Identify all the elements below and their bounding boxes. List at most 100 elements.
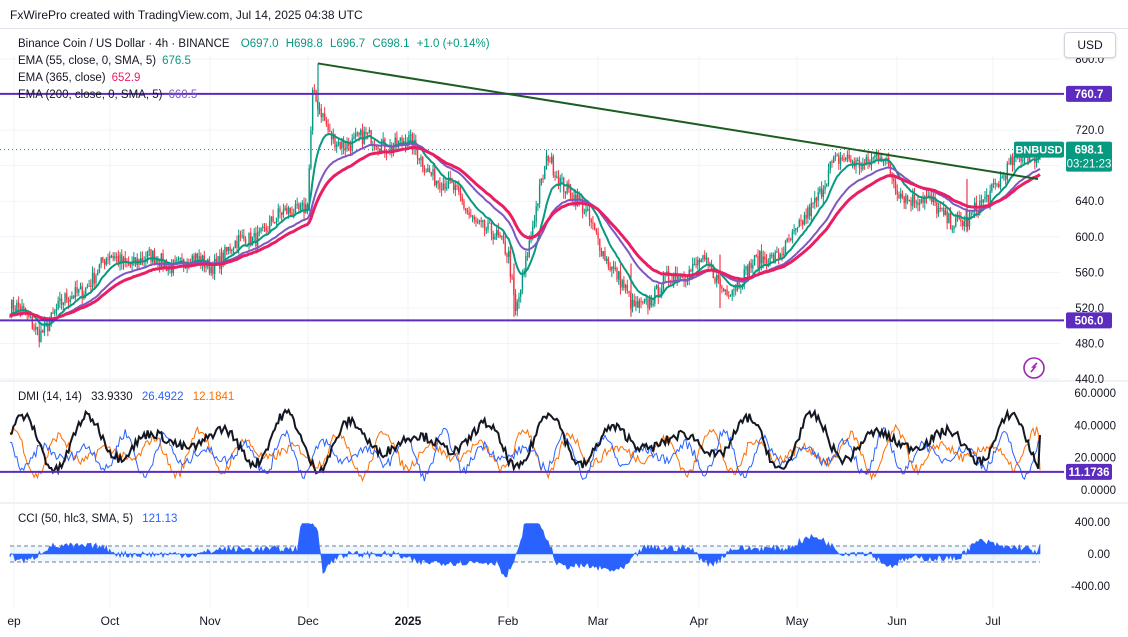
ema365-legend[interactable]: EMA (365, close) 652.9	[18, 70, 490, 87]
candle-body	[270, 216, 273, 222]
candle-body	[561, 177, 563, 179]
candle-body	[31, 316, 34, 329]
candle-body	[626, 285, 629, 291]
candle-body	[920, 199, 923, 204]
symbol-title[interactable]: Binance Coin / US Dollar · 4h · BINANCE	[18, 38, 230, 50]
candle-body	[648, 298, 651, 309]
candle-body	[115, 256, 118, 258]
candle-body	[198, 256, 200, 259]
time-axis[interactable]: ep Oct Nov Dec 2025 Feb Mar Apr May Jun …	[0, 608, 1128, 637]
candle-body	[461, 196, 463, 202]
candle-body	[287, 207, 290, 214]
candle-body	[948, 213, 950, 224]
candle-body	[502, 236, 505, 242]
candle-body	[64, 293, 66, 304]
candle-body	[822, 189, 825, 197]
candle-body	[237, 235, 240, 248]
candle-body	[520, 289, 522, 297]
candle-body	[227, 246, 230, 252]
candle-body	[220, 252, 223, 269]
candle-body	[889, 165, 892, 174]
candle-body	[501, 236, 503, 238]
candle-body	[40, 330, 42, 343]
candle-body	[547, 155, 549, 162]
candle-body	[354, 133, 357, 137]
candle-body	[614, 268, 616, 270]
candle-body	[88, 285, 90, 287]
candle-body	[506, 254, 508, 257]
candle-body	[789, 239, 792, 241]
ema55-legend[interactable]: EMA (55, close, 0, SMA, 5) 676.5	[18, 53, 490, 70]
candle-body	[636, 301, 639, 308]
candle-body	[84, 287, 87, 294]
candle-body	[442, 183, 445, 190]
candle-body	[282, 209, 285, 215]
candle-body	[1003, 175, 1005, 177]
x-tick-label: Dec	[297, 614, 319, 628]
currency-button[interactable]: USD	[1064, 32, 1116, 58]
ema365-value: 652.9	[111, 72, 141, 84]
cci-legend[interactable]: CCI (50, hlc3, SMA, 5) 121.13	[18, 511, 177, 528]
candle-body	[298, 204, 300, 210]
candle-body	[826, 183, 828, 186]
ema200-legend[interactable]: EMA (200, close, 0, SMA, 5) 660.5	[18, 87, 490, 104]
candle-body	[423, 167, 426, 172]
candle-body	[440, 188, 443, 190]
cci-tick-label: 0.00	[1088, 549, 1110, 561]
candle-body	[16, 302, 18, 311]
candle-body	[96, 272, 99, 276]
candle-body	[14, 308, 16, 311]
cci-label: CCI (50, hlc3, SMA, 5)	[18, 513, 134, 525]
candle-body	[260, 227, 262, 232]
candle-body	[98, 264, 101, 273]
candle-body	[943, 208, 945, 216]
candle-body	[215, 258, 218, 263]
candle-body	[590, 219, 592, 223]
candle-body	[786, 238, 788, 241]
candle-body	[239, 235, 242, 237]
candle-body	[526, 256, 529, 258]
candle-body	[141, 258, 144, 261]
candle-body	[497, 229, 500, 235]
candle-body	[588, 209, 591, 220]
candle-body	[284, 207, 286, 210]
candle-body	[327, 124, 329, 131]
candle-body	[475, 219, 477, 222]
candle-body	[793, 229, 795, 232]
candle-body	[153, 250, 156, 264]
candle-body	[434, 168, 436, 186]
candle-body	[893, 178, 895, 182]
candle-body	[624, 285, 627, 288]
candle-body	[286, 207, 288, 214]
candle-body	[511, 276, 513, 279]
candle-body	[1006, 163, 1009, 180]
candle-body	[420, 157, 422, 161]
candle-body	[1004, 175, 1007, 180]
candle-body	[533, 221, 536, 228]
candle-body	[67, 300, 70, 302]
price-tick-label: 480.0	[1075, 338, 1104, 350]
symbol-tag: BNBUSD	[1015, 145, 1062, 157]
candle-body	[451, 181, 453, 183]
candle-body	[86, 286, 89, 288]
candle-body	[452, 182, 455, 190]
candle-body	[700, 259, 702, 263]
candle-body	[764, 256, 766, 260]
dmi-minus-value: 12.1841	[192, 391, 235, 403]
candle-body	[605, 258, 608, 262]
candle-body	[236, 240, 238, 248]
candle-body	[179, 257, 181, 260]
candle-body	[351, 138, 353, 151]
candle-body	[839, 157, 842, 165]
dmi-legend[interactable]: DMI (14, 14) 33.9330 26.4922 12.1841	[18, 389, 234, 406]
candle-body	[936, 202, 938, 214]
candle-body	[107, 258, 109, 260]
ema55-label: EMA (55, close, 0, SMA, 5)	[18, 55, 157, 67]
candle-body	[955, 217, 957, 227]
candle-body	[917, 202, 919, 205]
candle-body	[857, 159, 859, 161]
candle-body	[760, 251, 763, 264]
candle-body	[991, 183, 993, 191]
candle-body	[525, 256, 527, 271]
candle-body	[733, 289, 735, 291]
